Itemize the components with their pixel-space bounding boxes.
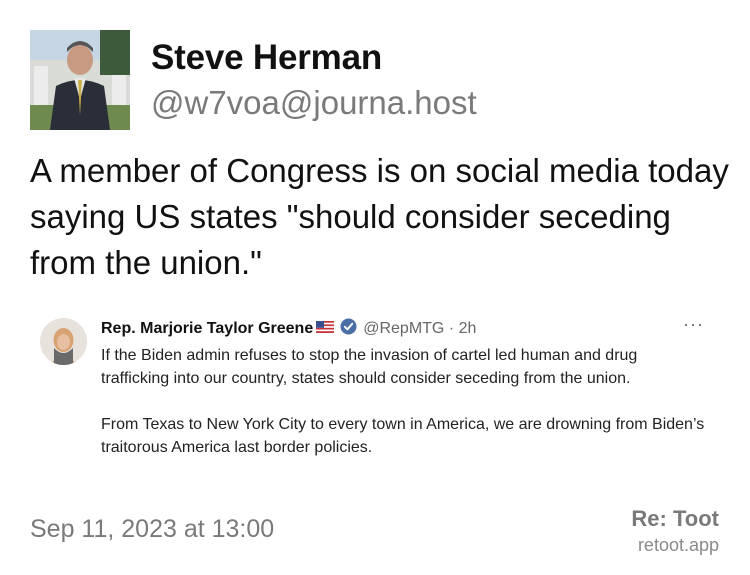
embedded-paragraph: From Texas to New York City to every tow…	[101, 416, 705, 456]
profile-photo-icon	[30, 30, 130, 130]
brand-watermark: Re: Toot retoot.app	[631, 506, 719, 558]
toot-text: A member of Congress is on social media …	[30, 152, 729, 281]
author-avatar[interactable]	[30, 30, 130, 130]
author-display-name[interactable]: Steve Herman	[151, 38, 382, 78]
more-options-icon[interactable]: ···	[683, 314, 704, 335]
us-flag-icon	[316, 320, 335, 338]
toot-timestamp: Sep 11, 2023 at 13:00	[30, 515, 275, 543]
embedded-author-avatar	[40, 318, 87, 365]
embedded-handle-time: @RepMTG · 2h	[363, 320, 477, 337]
brand-title: Re: Toot	[631, 506, 719, 531]
embedded-avatar-icon	[40, 318, 87, 365]
verified-badge-icon	[340, 318, 357, 340]
embedded-post: Rep. Marjorie Taylor Greene @RepMTG · 2h	[40, 314, 710, 494]
brand-url[interactable]: retoot.app	[631, 532, 719, 558]
embedded-paragraph: If the Biden admin refuses to stop the i…	[101, 347, 638, 387]
embedded-author-name: Rep. Marjorie Taylor Greene	[101, 320, 314, 337]
toot-card: Steve Herman @w7voa@journa.host A member…	[0, 0, 750, 575]
embedded-post-header: Rep. Marjorie Taylor Greene @RepMTG · 2h	[101, 318, 476, 340]
embedded-post-body: If the Biden admin refuses to stop the i…	[101, 344, 709, 459]
author-handle[interactable]: @w7voa@journa.host	[151, 84, 477, 122]
